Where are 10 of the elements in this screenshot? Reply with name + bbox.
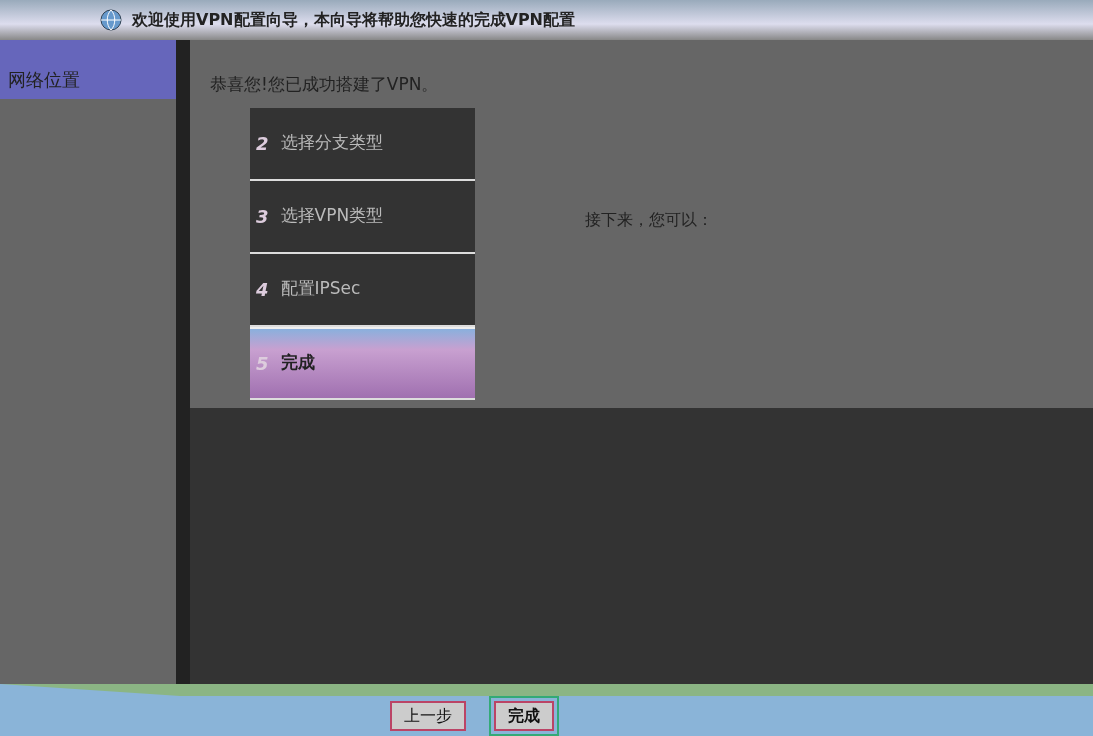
next-steps-heading: 接下来，您可以： — [585, 209, 713, 229]
back-button[interactable]: 上一步 — [390, 701, 466, 731]
globe-icon — [100, 9, 122, 31]
wizard-step[interactable]: 2 选择分支类型 — [250, 107, 475, 181]
sidebar-header: 网络位置 — [0, 40, 176, 99]
success-message: 恭喜您!您已成功搭建了VPN。 — [209, 73, 440, 96]
wizard-step[interactable]: 4 配置IPSec — [250, 253, 475, 327]
wizard-step[interactable]: 5 完成 — [250, 326, 475, 400]
wizard-step[interactable]: 3 选择VPN类型 — [250, 180, 475, 254]
window-title: 欢迎使用VPN配置向导，本向导将帮助您快速的完成VPN配置 — [132, 9, 575, 31]
